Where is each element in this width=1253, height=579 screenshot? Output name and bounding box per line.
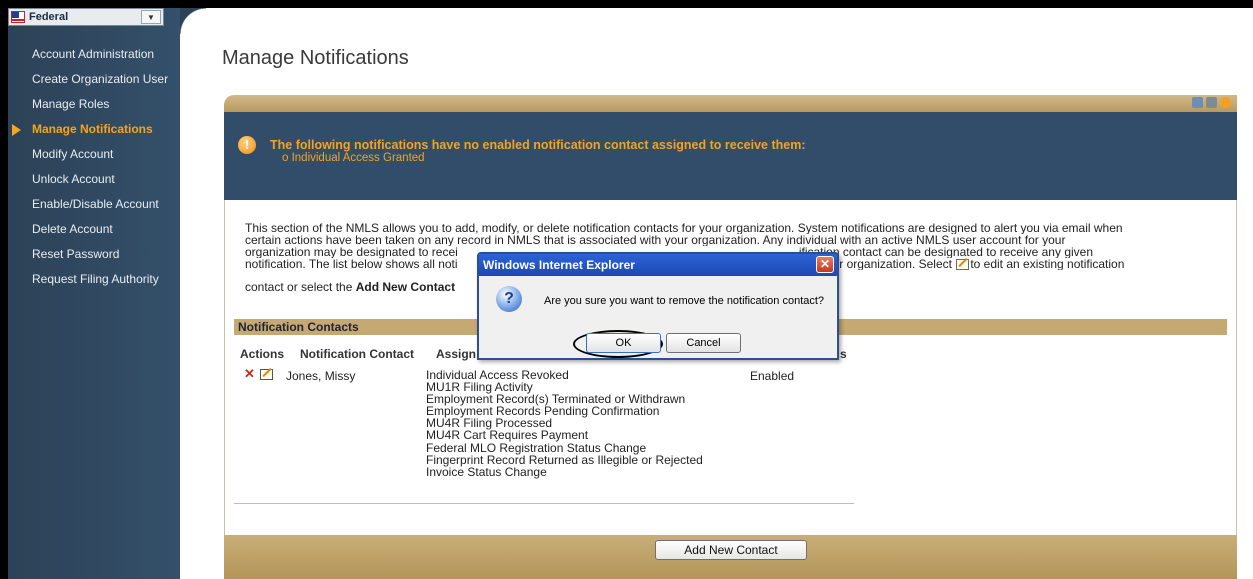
intro-fragment: organization may be designated to recei xyxy=(245,246,458,258)
dialog-title: Windows Internet Explorer xyxy=(483,258,635,272)
intro-line: This section of the NMLS allows you to a… xyxy=(245,222,1123,234)
add-new-contact-inline: Add New Contact xyxy=(355,281,456,293)
alert-title: The following notifications have no enab… xyxy=(270,138,806,152)
page-title: Manage Notifications xyxy=(222,47,409,69)
add-new-contact-button[interactable]: Add New Contact xyxy=(655,540,807,560)
edit-icon xyxy=(956,259,970,270)
organization-select[interactable]: Federal ▼ xyxy=(8,8,164,26)
sidebar: Federal ▼ Account Administration Create … xyxy=(8,8,206,579)
edit-icon[interactable] xyxy=(259,368,273,380)
help-icon[interactable] xyxy=(1220,97,1231,108)
sidebar-item-label: Manage Roles xyxy=(32,97,110,111)
dialog-titlebar[interactable]: Windows Internet Explorer ✕ xyxy=(479,254,837,276)
window-frame-left xyxy=(0,0,8,579)
question-icon: ? xyxy=(496,286,522,312)
sidebar-item-enable-disable-account[interactable]: Enable/Disable Account xyxy=(8,198,180,211)
sidebar-item-manage-roles[interactable]: Manage Roles xyxy=(8,98,180,111)
chevron-down-icon[interactable]: ▼ xyxy=(141,10,161,24)
active-arrow-icon xyxy=(12,124,21,136)
intro-fragment: ification contact can be designated to r… xyxy=(798,246,1093,258)
column-header-status: s xyxy=(840,347,847,361)
print-icon[interactable] xyxy=(1206,97,1217,108)
row-divider xyxy=(234,503,854,504)
sidebar-item-request-filing-authority[interactable]: Request Filing Authority xyxy=(8,273,180,286)
sidebar-item-create-organization-user[interactable]: Create Organization User xyxy=(8,73,180,86)
organization-select-value: Federal xyxy=(29,11,69,23)
sidebar-item-label: Create Organization User xyxy=(32,72,169,86)
people-icon[interactable] xyxy=(1192,97,1203,108)
header-icons xyxy=(1192,97,1231,108)
sidebar-corner xyxy=(180,8,206,34)
panel-header xyxy=(224,95,1237,112)
list-item: MU4R Cart Requires Payment xyxy=(426,428,589,443)
ok-button[interactable]: OK xyxy=(586,333,661,353)
sidebar-item-label: Unlock Account xyxy=(32,172,115,186)
dialog-body: ? Are you sure you want to remove the no… xyxy=(479,276,837,358)
warning-icon: ! xyxy=(238,136,256,154)
list-item: Fingerprint Record Returned as Illegible… xyxy=(426,452,703,467)
window-frame-top xyxy=(0,0,1253,8)
close-icon[interactable]: ✕ xyxy=(816,256,834,273)
sidebar-nav: Account Administration Create Organizati… xyxy=(8,48,180,286)
row-actions: ✕ xyxy=(244,367,273,380)
intro-fragment: contact or select the xyxy=(245,281,356,293)
intro-fragment: to edit an existing notification xyxy=(970,258,1125,270)
delete-icon[interactable]: ✕ xyxy=(244,367,255,380)
intro-fragment: notification. The list below shows all n… xyxy=(245,258,458,270)
sidebar-item-reset-password[interactable]: Reset Password xyxy=(8,248,180,261)
sidebar-item-label: Reset Password xyxy=(32,247,120,261)
sidebar-item-delete-account[interactable]: Delete Account xyxy=(8,223,180,236)
notification-list: Individual Access Revoked MU1R Filing Ac… xyxy=(426,369,703,478)
alert-banner: ! The following notifications have no en… xyxy=(224,112,1237,200)
column-header-contact: Notification Contact xyxy=(300,347,414,361)
sidebar-item-label: Manage Notifications xyxy=(32,122,153,136)
sidebar-item-manage-notifications[interactable]: Manage Notifications xyxy=(8,123,180,136)
sidebar-item-label: Enable/Disable Account xyxy=(32,197,159,211)
list-item: Federal MLO Registration Status Change xyxy=(426,440,647,455)
sidebar-item-account-administration[interactable]: Account Administration xyxy=(8,48,180,61)
intro-line: certain actions have been taken on any r… xyxy=(245,234,1066,246)
column-header-assigned: Assign xyxy=(436,347,477,361)
sidebar-item-label: Account Administration xyxy=(32,47,155,61)
flag-icon xyxy=(11,11,25,23)
sidebar-item-label: Request Filing Authority xyxy=(32,272,159,286)
confirm-dialog: Windows Internet Explorer ✕ ? Are you su… xyxy=(477,252,839,360)
contact-name: Jones, Missy xyxy=(286,369,356,383)
list-item: Invoice Status Change xyxy=(426,464,547,479)
alert-item: o Individual Access Granted xyxy=(282,152,425,164)
sidebar-item-label: Delete Account xyxy=(32,222,113,236)
status-text: Enabled xyxy=(750,369,795,383)
column-header-actions: Actions xyxy=(240,347,285,361)
sidebar-item-unlock-account[interactable]: Unlock Account xyxy=(8,173,180,186)
cancel-button[interactable]: Cancel xyxy=(666,333,741,353)
sidebar-item-label: Modify Account xyxy=(32,147,114,161)
dialog-message: Are you sure you want to remove the noti… xyxy=(544,295,825,307)
sidebar-item-modify-account[interactable]: Modify Account xyxy=(8,148,180,161)
